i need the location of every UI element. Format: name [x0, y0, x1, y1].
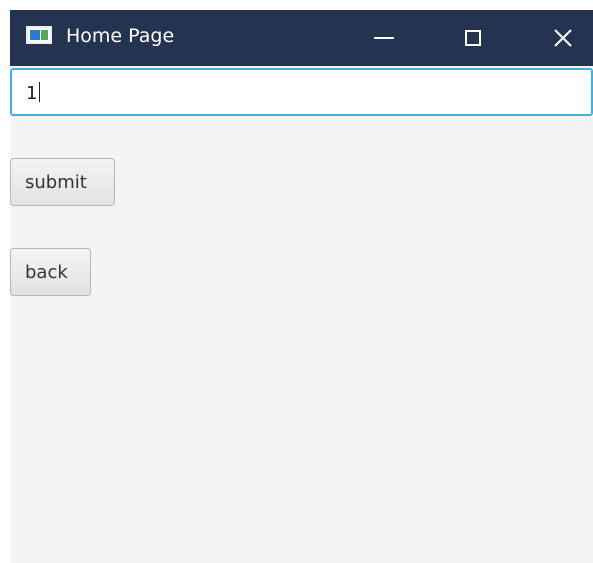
app-icon-left-pane	[30, 30, 40, 40]
minimize-button[interactable]	[355, 10, 413, 66]
window-title: Home Page	[66, 25, 175, 47]
input-text: 1	[26, 83, 38, 104]
submit-button[interactable]: submit	[10, 158, 115, 206]
text-input[interactable]: 1	[10, 68, 593, 116]
app-window: Home Page 1 submit back	[10, 10, 593, 563]
minimize-icon	[374, 37, 394, 39]
maximize-icon	[465, 30, 481, 46]
maximize-button[interactable]	[444, 10, 502, 66]
text-input-value: 1	[26, 82, 41, 105]
title-bar[interactable]: Home Page	[10, 10, 593, 66]
close-button[interactable]	[534, 10, 592, 66]
close-icon	[554, 29, 572, 47]
app-icon	[26, 26, 52, 44]
text-caret	[39, 82, 41, 102]
back-button[interactable]: back	[10, 248, 91, 296]
app-icon-right-pane	[41, 30, 48, 40]
